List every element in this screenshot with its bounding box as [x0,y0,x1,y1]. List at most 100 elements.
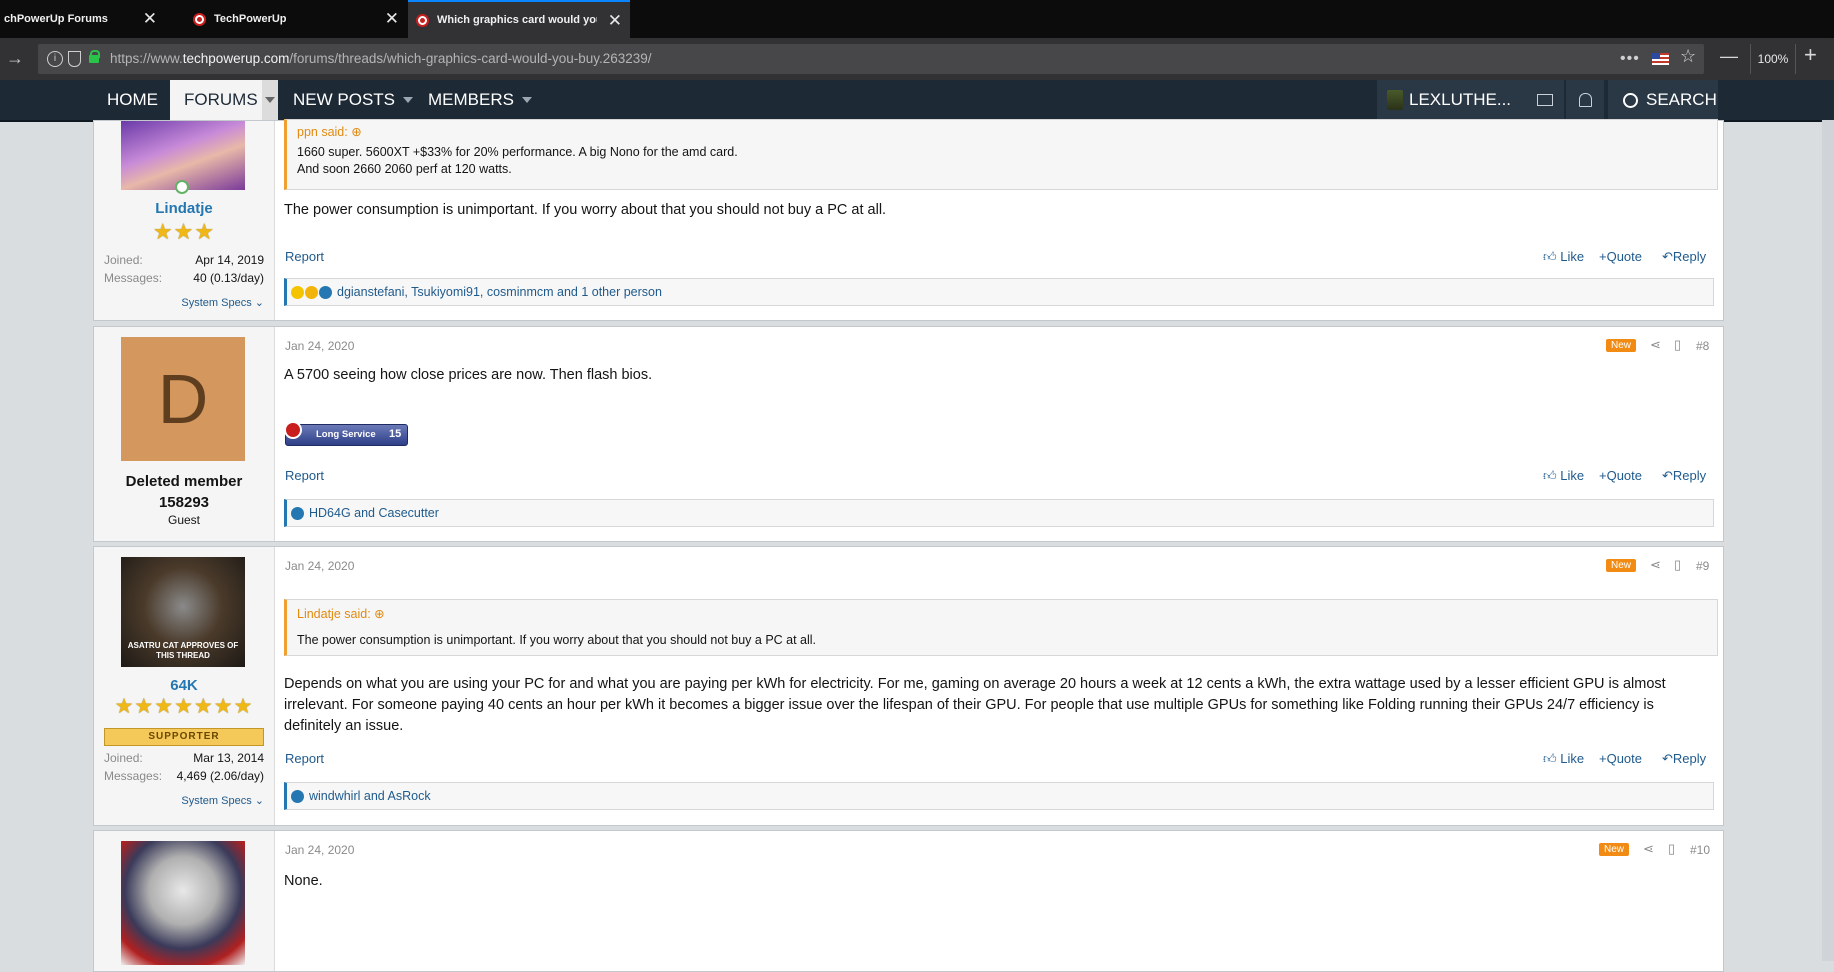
info-icon[interactable]: i [47,51,63,67]
post-date[interactable]: Jan 24, 2020 [285,559,354,573]
share-icon[interactable]: ⋖ [1643,841,1654,857]
post-username[interactable]: Lindatje [94,200,274,217]
bookmark-icon[interactable]: ▯ [1674,557,1681,573]
report-link[interactable]: Report [285,751,324,766]
report-link[interactable]: Report [285,249,324,264]
bookmark-icon[interactable]: ▯ [1674,337,1681,353]
avatar [1387,90,1403,110]
close-icon[interactable]: ✕ [385,9,399,29]
post-number[interactable]: #8 [1696,339,1709,353]
zoom-out-icon[interactable]: — [1720,46,1738,67]
quote-block: Lindatje said: ⊕ The power consumption i… [284,599,1718,656]
post-user-info: ASATRU CAT APPROVES OF THIS THREAD 64K ★… [94,547,275,825]
url-text[interactable]: https://www.techpowerup.com/forums/threa… [110,51,652,66]
badge-years: 15 [389,428,402,440]
nav-members[interactable]: MEMBERS [428,80,532,120]
messages-value[interactable]: 40 (0.13/day) [193,271,264,285]
tab-title: Which graphics card would you [437,14,597,26]
share-icon[interactable]: ⋖ [1650,557,1661,573]
nav-forums[interactable]: FORUMS [170,80,278,120]
post-username: Deleted member [125,473,243,490]
badge-label: Long Service [316,429,376,440]
shield-icon[interactable] [68,51,81,67]
thumbs-up-icon: 👍︎ [1543,468,1557,483]
joined-label: Joined: [104,253,143,267]
like-label: Like [1560,468,1585,483]
reactions-list[interactable]: windwhirl and AsRock [309,789,431,803]
share-icon[interactable]: ⋖ [1650,337,1661,353]
user-role: Guest [167,513,200,527]
bookmark-icon[interactable]: ▯ [1668,841,1675,857]
reactions-list[interactable]: HD64G and Casecutter [309,506,439,520]
bookmark-star-icon[interactable]: ☆ [1680,46,1696,67]
post-body: Depends on what you are using your PC fo… [284,676,1666,734]
system-specs-toggle[interactable]: System Specs ⌄ [94,296,264,309]
nav-new-posts[interactable]: NEW POSTS [293,80,414,120]
quote-button[interactable]: +Quote [1599,468,1642,483]
reactions-list[interactable]: dgianstefani, Tsukiyomi91, cosminmcm and… [337,285,662,299]
like-button[interactable]: 👍︎ Like [1543,751,1584,767]
post-number[interactable]: #10 [1690,843,1710,857]
nav-username: LEXLUTHE... [1409,90,1512,109]
avatar[interactable]: ASATRU CAT APPROVES OF THIS THREAD [121,557,245,667]
post-date[interactable]: Jan 24, 2020 [285,843,354,857]
inbox-icon[interactable] [1526,80,1564,120]
system-specs-toggle[interactable]: System Specs ⌄ [94,794,264,807]
rank-stars: ★★★ [152,219,216,244]
like-button[interactable]: 👍︎ Like [1543,468,1584,484]
techpowerup-logo-icon [284,421,302,439]
browser-tab[interactable]: TechPowerUp ✕ [187,0,407,38]
chevron-down-icon[interactable] [403,97,414,103]
reactions-bar[interactable]: HD64G and Casecutter [284,499,1714,527]
joined-label: Joined: [104,751,143,765]
quote-attribution[interactable]: ppn said: ⊕ [297,124,362,139]
bell-icon[interactable] [1566,80,1604,120]
scrollbar[interactable] [1822,120,1834,961]
quote-author: ppn said: [297,125,348,139]
tab-title: TechPowerUp [214,13,287,25]
reactions-bar[interactable]: windwhirl and AsRock [284,782,1714,810]
reply-button[interactable]: ↶Reply [1662,249,1706,265]
browser-tab[interactable]: chPowerUp Forums ✕ [0,0,165,38]
arrow-up-circle-icon[interactable]: ⊕ [374,607,384,621]
browser-tab-active[interactable]: Which graphics card would you ✕ [408,0,630,38]
chevron-down-icon[interactable] [521,97,532,103]
nav-home[interactable]: HOME [107,80,158,120]
rank-stars: ★★★★★★★ [114,695,254,718]
quote-block: ppn said: ⊕ 1660 super. 5600XT +$33% for… [284,119,1718,190]
arrow-up-circle-icon[interactable]: ⊕ [351,125,361,139]
report-link[interactable]: Report [285,468,324,483]
quote-button[interactable]: +Quote [1599,751,1642,766]
post-number[interactable]: #9 [1696,559,1709,573]
like-button[interactable]: 👍︎ Like [1543,249,1584,265]
nav-user-account[interactable]: LEXLUTHE... [1377,80,1527,120]
zoom-level[interactable]: 100% [1750,44,1796,74]
avatar[interactable] [121,841,245,965]
nav-new-posts-label: NEW POSTS [293,90,396,109]
like-reaction-icon [319,285,332,299]
post: Jan 24, 2020 New ⋖ ▯ #10 None. [93,830,1724,972]
forward-arrow-icon[interactable]: → [6,48,24,69]
quote-line: And soon 2660 2060 perf at 120 watts. [297,162,512,176]
joined-stat: Joined: Mar 13, 2014 [104,751,264,765]
close-icon[interactable]: ✕ [608,11,622,31]
quote-attribution[interactable]: Lindatje said: ⊕ [297,606,385,621]
lock-shackle [90,50,100,58]
plus-icon: + [1599,249,1607,264]
messages-value[interactable]: 4,469 (2.06/day) [177,769,264,783]
more-icon[interactable]: ••• [1620,50,1640,68]
nav-search[interactable]: SEARCH [1608,80,1718,120]
post-username[interactable]: 64K [94,677,274,694]
reactions-bar[interactable]: dgianstefani, Tsukiyomi91, cosminmcm and… [284,278,1714,306]
zoom-in-icon[interactable]: + [1804,42,1817,68]
chevron-down-icon[interactable] [262,80,278,120]
close-icon[interactable]: ✕ [143,9,157,29]
reply-button[interactable]: ↶Reply [1662,751,1706,767]
post-date[interactable]: Jan 24, 2020 [285,339,354,353]
avatar[interactable]: D [121,337,245,461]
post-user-info: Lindatje ★★★ Joined: Apr 14, 2019 Message… [94,121,275,320]
messages-stat: Messages: 40 (0.13/day) [104,271,264,285]
reply-label: Reply [1672,468,1707,483]
reply-button[interactable]: ↶Reply [1662,468,1706,484]
quote-button[interactable]: +Quote [1599,249,1642,264]
